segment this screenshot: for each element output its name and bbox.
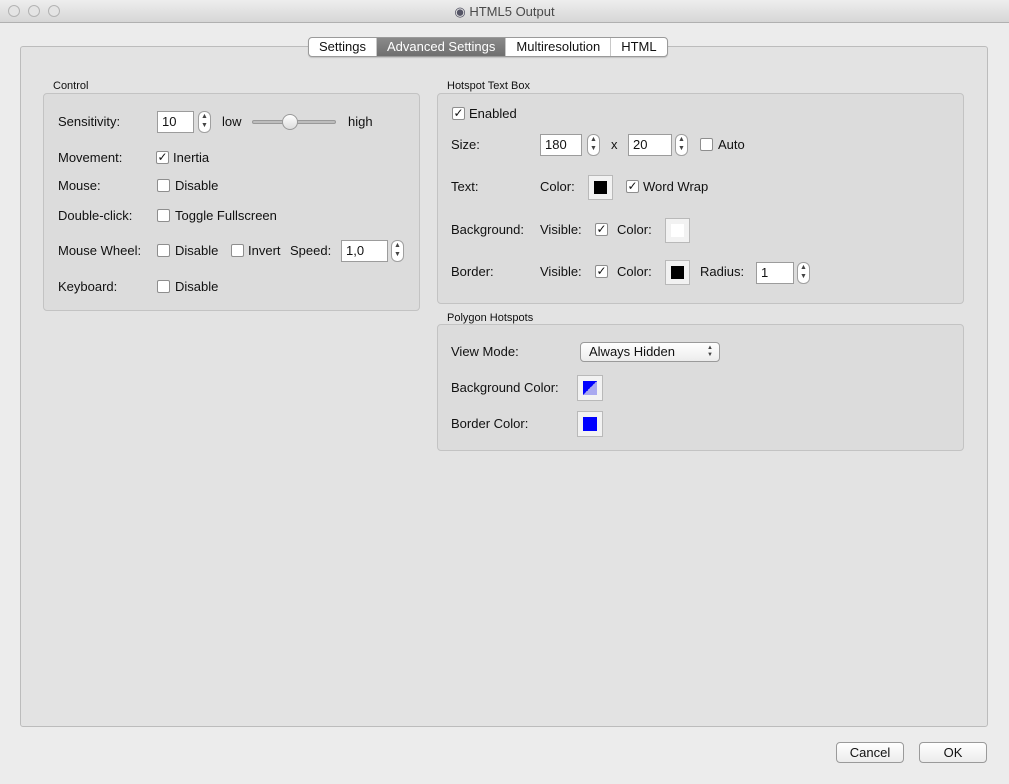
mouse-label: Mouse: [58,178,101,193]
sensitivity-stepper[interactable]: ▲ ▼ [198,111,211,133]
movement-label: Movement: [58,150,123,165]
cancel-button[interactable]: Cancel [836,742,904,763]
view-mode-select[interactable]: Always Hidden ▲ ▼ [580,342,720,362]
auto-checkbox[interactable] [700,138,713,151]
speed-label: Speed: [290,243,332,258]
word-wrap-checkbox[interactable]: ✓ [626,180,639,193]
title-bar: ◉ HTML5 Output [0,0,1009,23]
size-width-input[interactable]: 180 [540,134,582,156]
inertia-label: Inertia [173,150,210,165]
background-color-label: Color: [617,222,652,237]
inertia-checkbox[interactable]: ✓ [156,151,169,164]
invert-label: Invert [248,243,281,258]
polygon-border-color-label: Border Color: [451,416,529,431]
background-visible-checkbox[interactable]: ✓ [595,223,608,236]
size-x-label: x [611,137,618,152]
text-label: Text: [451,179,479,194]
border-label: Border: [451,264,494,279]
polygon-background-color-swatch[interactable] [577,375,603,401]
size-height-stepper[interactable]: ▲ ▼ [675,134,688,156]
background-visible-label: Visible: [540,222,582,237]
border-color-label: Color: [617,264,652,279]
tab-settings[interactable]: Settings [309,38,377,56]
background-color-swatch[interactable] [665,218,690,243]
keyboard-disable-checkbox[interactable] [157,280,170,293]
sensitivity-input[interactable]: 10 [157,111,194,133]
hotspot-text-box-title: Hotspot Text Box [447,80,530,92]
control-group-title: Control [53,80,89,92]
window-title: ◉ HTML5 Output [0,4,1009,20]
sensitivity-slider-knob[interactable] [281,114,298,130]
toggle-fullscreen-checkbox[interactable] [157,209,170,222]
radius-label: Radius: [700,264,745,279]
mouse-wheel-disable-label: Disable [175,243,219,258]
polygon-background-color-label: Background Color: [451,380,559,395]
border-visible-checkbox[interactable]: ✓ [595,265,608,278]
text-color-label: Color: [540,179,575,194]
ok-button[interactable]: OK [919,742,987,763]
tab-multiresolution[interactable]: Multiresolution [506,38,612,56]
polygon-hotspots-title: Polygon Hotspots [447,312,534,324]
radius-input[interactable]: 1 [756,262,794,284]
background-label: Background: [451,222,524,237]
view-mode-label: View Mode: [451,344,519,359]
speed-input[interactable]: 1,0 [341,240,388,262]
text-color-swatch[interactable] [588,175,613,200]
size-label: Size: [451,137,480,152]
mouse-disable-label: Disable [175,178,219,193]
app-icon: ◉ [454,4,470,19]
window-title-text: HTML5 Output [469,4,555,19]
keyboard-disable-label: Disable [175,279,219,294]
mouse-disable-checkbox[interactable] [157,179,170,192]
sensitivity-high-label: high [348,114,373,129]
tab-html[interactable]: HTML [611,38,666,56]
radius-stepper[interactable]: ▲ ▼ [797,262,810,284]
invert-checkbox[interactable] [231,244,244,257]
size-height-input[interactable]: 20 [628,134,672,156]
keyboard-label: Keyboard: [58,279,118,294]
select-arrows-icon: ▲ ▼ [707,345,713,358]
double-click-label: Double-click: [58,208,133,223]
mouse-wheel-disable-checkbox[interactable] [157,244,170,257]
enabled-checkbox[interactable]: ✓ [452,107,465,120]
border-visible-label: Visible: [540,264,582,279]
border-color-swatch[interactable] [665,260,690,285]
view-mode-value: Always Hidden [589,344,675,359]
sensitivity-low-label: low [222,114,242,129]
sensitivity-label: Sensitivity: [58,114,121,129]
enabled-label: Enabled [469,106,517,121]
polygon-border-color-swatch[interactable] [577,411,603,437]
word-wrap-label: Word Wrap [643,179,709,194]
tab-bar: Settings Advanced Settings Multiresoluti… [308,37,668,57]
speed-stepper[interactable]: ▲ ▼ [391,240,404,262]
toggle-fullscreen-label: Toggle Fullscreen [175,208,277,223]
mouse-wheel-label: Mouse Wheel: [58,243,142,258]
tab-advanced-settings[interactable]: Advanced Settings [376,38,507,56]
size-width-stepper[interactable]: ▲ ▼ [587,134,600,156]
auto-label: Auto [718,137,745,152]
